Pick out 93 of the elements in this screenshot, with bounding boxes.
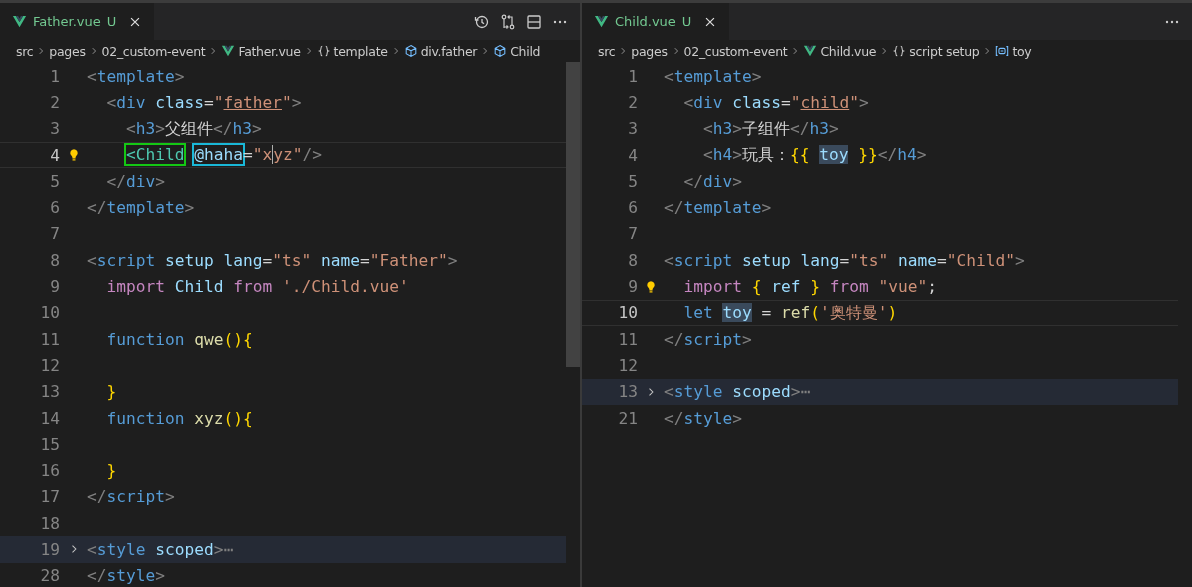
line-number: 15 xyxy=(39,434,60,454)
code-line: function xyz(){ xyxy=(105,408,253,428)
code-line: function qwe(){ xyxy=(105,329,253,349)
breadcrumb-item[interactable]: src xyxy=(598,43,616,59)
vue-file-icon xyxy=(803,44,818,58)
code-line: <template> xyxy=(87,66,185,86)
line-number: 12 xyxy=(39,355,60,375)
code-line: <h3>父组件</h3> xyxy=(124,117,262,140)
code-line: } xyxy=(105,382,117,402)
code-line: </template> xyxy=(664,198,772,218)
line-number: 13 xyxy=(39,382,60,402)
variable-icon xyxy=(995,44,1010,58)
line-number: 2 xyxy=(627,92,638,112)
line-number: 6 xyxy=(627,198,638,218)
code-line: </div> xyxy=(105,171,165,191)
line-number: 3 xyxy=(49,119,60,139)
line-number: 3 xyxy=(627,119,638,139)
line-number: 11 xyxy=(617,329,638,349)
line-number: 8 xyxy=(49,250,60,270)
breadcrumb-item[interactable]: 02_custom-event xyxy=(683,43,788,59)
tab-label: Father.vue xyxy=(33,14,101,29)
breadcrumb-item[interactable]: Father.vue xyxy=(238,43,301,59)
git-status: U xyxy=(106,14,117,29)
vue-file-icon xyxy=(12,14,27,29)
compare-icon[interactable] xyxy=(500,13,516,30)
line-number: 9 xyxy=(627,277,638,296)
line-number: 10 xyxy=(617,303,638,323)
breadcrumb-item[interactable]: Child.vue xyxy=(820,43,877,59)
line-number: 18 xyxy=(39,513,60,533)
line-number: 2 xyxy=(49,92,60,112)
code-line: import { ref } from "vue"; xyxy=(682,277,937,296)
code-line: let toy = ref('奥特曼') xyxy=(682,301,898,324)
line-number: 28 xyxy=(39,566,60,586)
code-line: </script> xyxy=(664,329,752,349)
vue-file-icon xyxy=(221,44,236,58)
line-number: 9 xyxy=(49,277,60,296)
lightbulb-icon[interactable] xyxy=(644,278,658,295)
braces-icon xyxy=(316,44,331,58)
code-line: <template> xyxy=(664,66,762,86)
line-number: 12 xyxy=(617,355,638,375)
history-icon[interactable] xyxy=(474,13,490,30)
line-number: 7 xyxy=(49,224,60,244)
line-number: 5 xyxy=(49,171,60,191)
cube-icon xyxy=(493,44,508,58)
tab-label: Child.vue xyxy=(615,14,676,29)
code-line: </style> xyxy=(87,566,165,586)
breadcrumb-item[interactable]: pages xyxy=(49,43,86,59)
code-line: </script> xyxy=(87,487,175,507)
code-line: } xyxy=(105,461,117,481)
code-line: <script setup lang="ts" name="Father"> xyxy=(87,250,458,270)
line-number: 14 xyxy=(39,408,60,428)
line-number: 1 xyxy=(627,66,638,86)
code-line: <style scoped>⋯ xyxy=(87,540,234,559)
line-number: 10 xyxy=(39,303,60,323)
line-number: 4 xyxy=(49,145,60,165)
code-line: <h4>玩具：{{ toy }}</h4> xyxy=(701,144,927,167)
line-number: 16 xyxy=(39,461,60,481)
scrollbar-thumb[interactable] xyxy=(566,62,580,367)
breadcrumb-item[interactable]: div.father xyxy=(420,43,478,59)
code-line: <script setup lang="ts" name="Child"> xyxy=(664,250,1025,270)
code-line: </style> xyxy=(664,408,742,428)
line-number: 21 xyxy=(617,408,638,428)
line-number: 1 xyxy=(49,66,60,86)
line-number: 13 xyxy=(617,382,638,402)
editor-tab[interactable]: Father.vue U xyxy=(0,3,155,40)
line-number: 11 xyxy=(39,329,60,349)
split-editor-icon[interactable] xyxy=(526,13,542,30)
braces-icon xyxy=(892,44,907,58)
line-number: 17 xyxy=(39,487,60,507)
code-line: </template> xyxy=(87,198,195,218)
breadcrumb-item[interactable]: toy xyxy=(1012,43,1032,59)
breadcrumb-item[interactable]: 02_custom-event xyxy=(101,43,206,59)
code-line: <div class="father"> xyxy=(105,92,302,112)
editor-tab[interactable]: Child.vue U xyxy=(582,3,730,40)
line-number: 6 xyxy=(49,198,60,218)
breadcrumb-item[interactable]: Child xyxy=(510,43,541,59)
code-line: <h3>子组件</h3> xyxy=(701,117,839,140)
line-number: 4 xyxy=(627,145,638,165)
code-line: </div> xyxy=(682,171,742,191)
breadcrumb-item[interactable]: src xyxy=(16,43,34,59)
line-number: 19 xyxy=(39,540,60,559)
breadcrumb-item[interactable]: pages xyxy=(631,43,668,59)
breadcrumb-item[interactable]: template xyxy=(333,43,388,59)
line-number: 7 xyxy=(627,224,638,244)
line-number: 5 xyxy=(627,171,638,191)
code-line: <div class="child"> xyxy=(682,92,869,112)
line-number: 8 xyxy=(627,250,638,270)
code-line: <style scoped>⋯ xyxy=(664,382,811,402)
git-status: U xyxy=(681,14,692,29)
breadcrumb-item[interactable]: script setup xyxy=(909,43,980,59)
vue-file-icon xyxy=(594,14,609,29)
cube-icon xyxy=(403,44,418,58)
code-line: import Child from './Child.vue' xyxy=(105,277,409,296)
